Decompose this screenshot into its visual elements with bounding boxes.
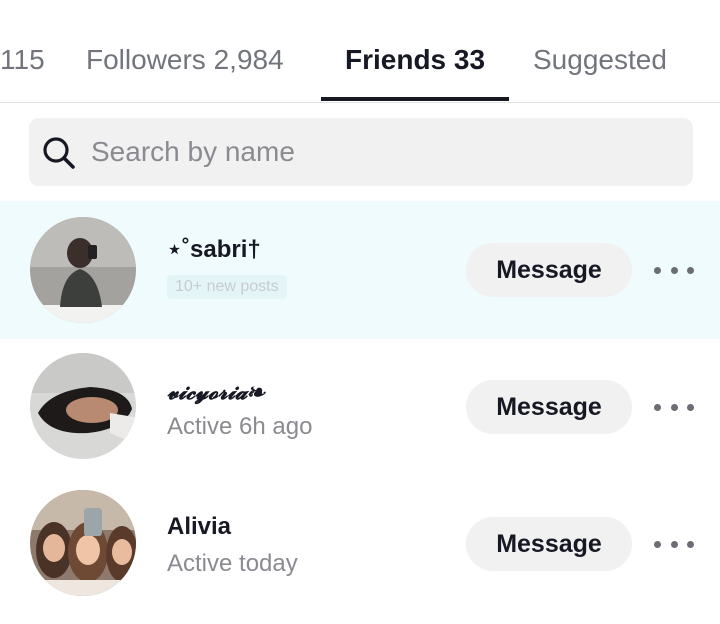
dot xyxy=(687,403,694,411)
search-input[interactable] xyxy=(91,118,671,186)
dot xyxy=(654,403,661,411)
dot xyxy=(670,266,678,274)
friend-name[interactable]: 𝓿𝓲𝓬𝔂𝓸𝓻𝓲𝓪❧ xyxy=(167,379,264,405)
avatar[interactable] xyxy=(30,353,136,459)
friend-name[interactable]: Alivia xyxy=(167,513,231,541)
dot xyxy=(687,266,694,274)
avatar[interactable] xyxy=(30,490,136,596)
dot xyxy=(687,540,694,548)
dot xyxy=(670,540,678,548)
friend-row[interactable]: Alivia Active today Message xyxy=(0,477,720,615)
dot xyxy=(670,403,678,411)
message-button[interactable]: Message xyxy=(466,517,632,571)
new-posts-badge: 10+ new posts xyxy=(167,275,287,299)
friend-name[interactable]: ⋆˚sabri† xyxy=(167,235,261,264)
tab-followers[interactable]: Followers 2,984 xyxy=(86,40,284,80)
more-icon[interactable] xyxy=(652,529,696,559)
message-button[interactable]: Message xyxy=(466,243,632,297)
friend-row[interactable]: 𝓿𝓲𝓬𝔂𝓸𝓻𝓲𝓪❧ Active 6h ago Message xyxy=(0,339,720,477)
activity-status: Active today xyxy=(167,550,298,577)
active-tab-indicator xyxy=(321,97,509,101)
dot xyxy=(654,540,661,548)
friend-row[interactable]: ⋆˚sabri† 10+ new posts Message xyxy=(0,201,720,339)
search-icon xyxy=(41,135,77,171)
dot xyxy=(654,266,661,274)
tab-following[interactable]: 115 xyxy=(0,40,45,80)
message-button[interactable]: Message xyxy=(466,380,632,434)
profile-tabs: 115 Followers 2,984 Friends 33 Suggested xyxy=(0,0,720,103)
search-bar[interactable] xyxy=(29,118,693,186)
avatar[interactable] xyxy=(30,217,136,323)
more-icon[interactable] xyxy=(652,392,696,422)
more-icon[interactable] xyxy=(652,255,696,285)
tab-suggested[interactable]: Suggested xyxy=(533,40,667,80)
activity-status: Active 6h ago xyxy=(167,413,313,440)
tab-friends[interactable]: Friends 33 xyxy=(345,40,485,80)
